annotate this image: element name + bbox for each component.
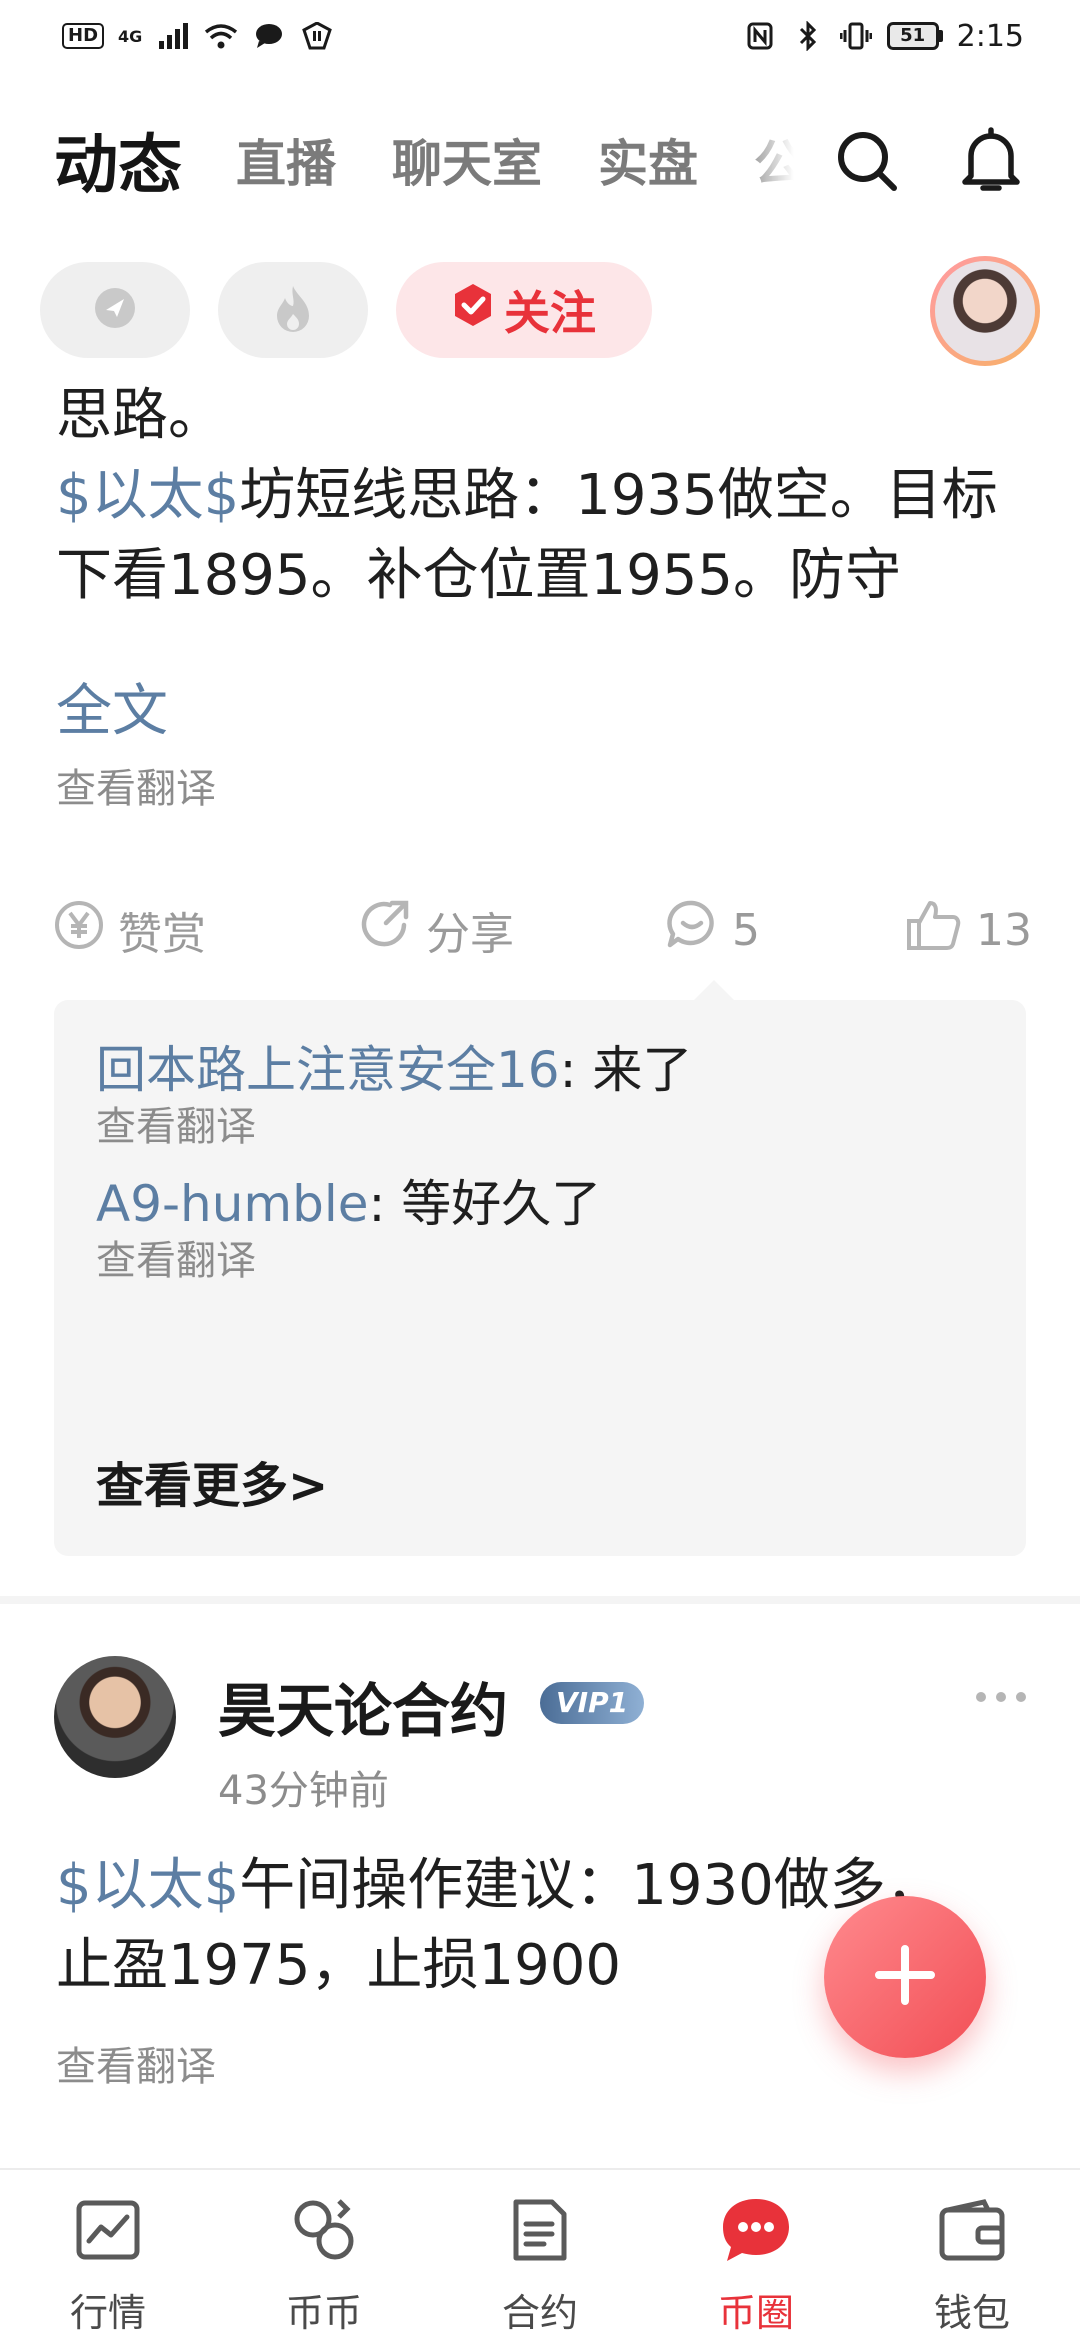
nav-wallet[interactable]: 钱包	[864, 2170, 1080, 2340]
network-type: 4G	[118, 26, 143, 46]
wifi-icon	[204, 21, 238, 51]
post2-coin-tag[interactable]: $以太$	[56, 1853, 239, 1918]
post-divider	[0, 1596, 1080, 1604]
like-button[interactable]: 13	[906, 890, 1032, 970]
comments-pointer	[694, 980, 734, 1000]
tab-chatroom[interactable]: 聊天室	[392, 124, 542, 196]
comments-box: 回本路上注意安全16: 来了 查看翻译 A9-humble: 等好久了 查看翻译…	[54, 1000, 1026, 1556]
battery-icon: 51	[886, 22, 943, 50]
translate-link[interactable]: 查看翻译	[56, 756, 216, 814]
hand-shield-icon	[300, 21, 334, 51]
post-text-body: $以太$坊短线思路：1935做空。目标下看1895。补仓位置1955。防守	[56, 456, 1026, 616]
top-nav-icons	[832, 126, 1026, 196]
nav-contract-label: 合约	[501, 2291, 578, 2335]
shield-check-icon	[452, 282, 494, 339]
filter-chip-follow-label: 关注	[504, 286, 596, 340]
nav-market[interactable]: 行情	[0, 2170, 216, 2340]
reward-label: 赞赏	[118, 909, 206, 960]
comment-item[interactable]: A9-humble: 等好久了	[96, 1164, 601, 1236]
send-icon	[93, 286, 137, 334]
tab-dynamic[interactable]: 动态	[54, 114, 182, 206]
signal-icon	[156, 21, 190, 51]
coins-exchange-icon	[286, 2192, 362, 2268]
author-name[interactable]: 昊天论合约	[218, 1664, 508, 1748]
tab-partial[interactable]: 公	[754, 124, 794, 196]
yen-icon	[54, 900, 104, 961]
nav-community-label: 币圈	[717, 2291, 794, 2335]
filter-chip-follow[interactable]: 关注	[396, 262, 652, 358]
author-avatar[interactable]	[54, 1656, 176, 1778]
floating-avatar[interactable]	[930, 256, 1040, 366]
tab-real-trading[interactable]: 实盘	[598, 124, 698, 196]
bell-icon[interactable]	[956, 126, 1026, 196]
message-icon	[252, 21, 286, 51]
status-bar: HD 4G 51 2:15	[0, 0, 1080, 72]
wallet-icon	[934, 2192, 1010, 2268]
post-actions: 赞赏 分享 5 13	[0, 890, 1080, 970]
status-right: 51 2:15	[743, 19, 1024, 54]
share-label: 分享	[426, 909, 514, 960]
nav-community[interactable]: 币圈	[648, 2170, 864, 2340]
comment-count: 5	[732, 904, 760, 956]
comment-translate-link[interactable]: 查看翻译	[96, 1228, 256, 1286]
post2-translate-link[interactable]: 查看翻译	[56, 2034, 216, 2092]
comment-user[interactable]: 回本路上注意安全16	[96, 1041, 560, 1099]
full-text-link[interactable]: 全文	[56, 666, 168, 747]
hd-badge: HD	[62, 23, 105, 49]
create-post-button[interactable]	[824, 1896, 986, 2058]
view-more-comments[interactable]: 查看更多>	[96, 1446, 328, 1516]
filter-chip-nearby[interactable]	[40, 262, 190, 358]
filter-chip-hot[interactable]	[218, 262, 368, 358]
nav-spot-label: 币币	[285, 2291, 362, 2335]
reward-button[interactable]: 赞赏	[54, 890, 206, 970]
post2-text-a: 午间操作建议：1930做多，	[239, 1853, 942, 1918]
bluetooth-icon	[791, 21, 825, 51]
comment-button[interactable]: 5	[666, 890, 760, 970]
thumbs-up-icon	[906, 899, 962, 962]
comment-icon	[666, 899, 718, 962]
nav-market-label: 行情	[69, 2291, 146, 2335]
vibrate-icon	[839, 21, 873, 51]
share-button[interactable]: 分享	[360, 890, 514, 970]
vip-badge: VIP1	[540, 1682, 645, 1724]
chart-icon	[70, 2192, 146, 2268]
post-text[interactable]: 思路。 $以太$坊短线思路：1935做空。目标下看1895。补仓位置1955。防…	[56, 376, 1026, 616]
status-left: HD 4G	[62, 21, 334, 51]
contract-icon	[502, 2192, 578, 2268]
share-icon	[360, 899, 412, 962]
nav-spot[interactable]: 币币	[216, 2170, 432, 2340]
plus-icon	[873, 1943, 937, 2011]
nav-wallet-label: 钱包	[933, 2291, 1010, 2335]
comment-user[interactable]: A9-humble	[96, 1175, 369, 1233]
nfc-icon	[743, 21, 777, 51]
tab-live[interactable]: 直播	[236, 124, 336, 196]
more-options-icon[interactable]	[976, 1692, 1026, 1702]
comment-text: 来了	[592, 1041, 693, 1099]
nav-contract[interactable]: 合约	[432, 2170, 648, 2340]
avatar	[935, 261, 1035, 361]
post-time: 43分钟前	[218, 1768, 389, 1814]
like-count: 13	[976, 904, 1032, 956]
clock: 2:15	[956, 18, 1024, 54]
comment-item[interactable]: 回本路上注意安全16: 来了	[96, 1030, 692, 1102]
flame-icon	[273, 284, 313, 336]
bottom-nav: 行情 币币 合约 币圈 钱包	[0, 2168, 1080, 2340]
chat-bubble-icon	[718, 2192, 794, 2268]
comment-text: 等好久了	[401, 1175, 602, 1233]
post-text-line1: 思路。	[56, 383, 224, 448]
search-icon[interactable]	[832, 126, 902, 196]
top-nav: 动态 直播 聊天室 实盘 公	[0, 110, 1080, 210]
battery-level: 51	[886, 22, 939, 50]
filter-chips: 关注	[40, 262, 652, 358]
post-coin-tag[interactable]: $以太$	[56, 463, 239, 528]
comment-translate-link[interactable]: 查看翻译	[96, 1094, 256, 1152]
